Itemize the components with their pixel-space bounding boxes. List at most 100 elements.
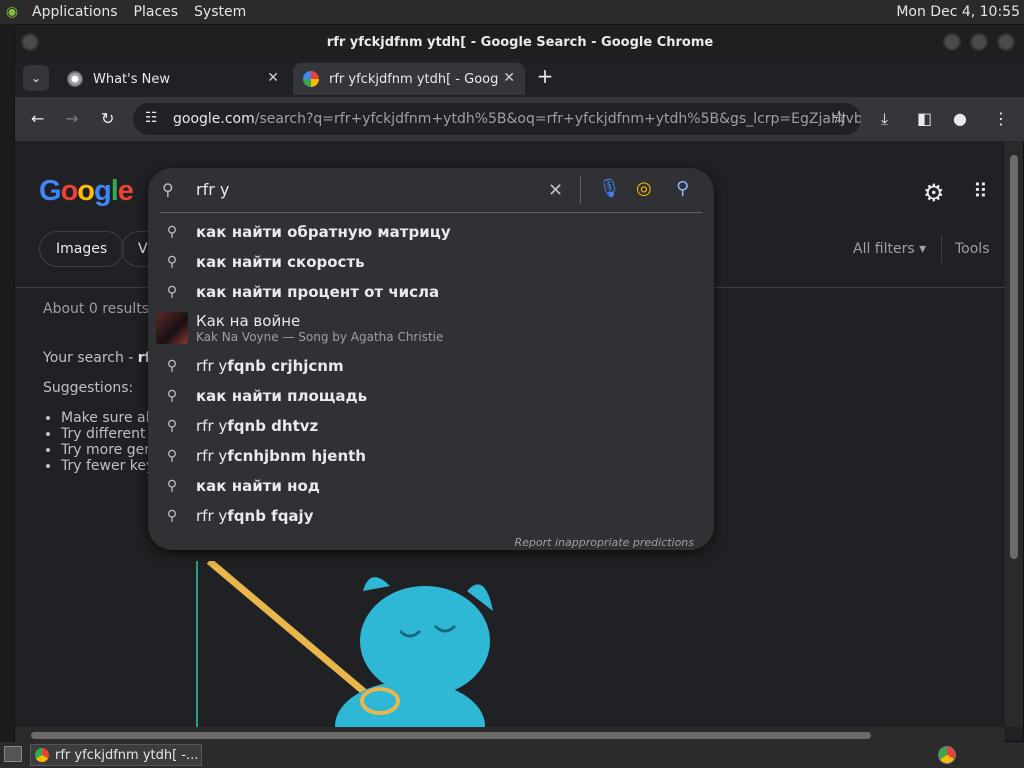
side-panel-icon[interactable]: ◧ [917,109,932,128]
menu-places[interactable]: Places [126,4,187,20]
tab-search-button[interactable]: ⌄ [23,65,49,91]
download-icon[interactable]: ⤓ [881,109,888,129]
chip-images[interactable]: Images [39,231,125,267]
suggestion-item[interactable]: ⚲ rfr y fqnb fqajy [148,501,714,531]
system-top-panel: ◉ Applications Places System Mon Dec 4, … [0,0,1024,24]
new-tab-button[interactable]: + [533,65,557,89]
suggestion-item[interactable]: ⚲ как найти процент от числа [148,277,714,307]
system-logo-icon[interactable]: ◉ [0,4,24,20]
tab-label: What's New [93,71,170,87]
maximize-button[interactable] [970,33,988,51]
suggestion-subtitle: Kak Na Voyne — Song by Agatha Christie [196,330,444,344]
clock[interactable]: Mon Dec 4, 10:55 [896,4,1020,20]
reload-icon[interactable]: ↻ [101,109,114,128]
search-icon: ⚲ [162,180,174,199]
settings-gear-icon[interactable]: ⚙ [923,179,945,207]
suggestion-completion: как найти площадь [196,387,368,405]
scroll-thumb[interactable] [31,732,871,739]
suggestion-item[interactable]: ⚲ rfr y fcnhjbnm hjenth [148,441,714,471]
window-title: rfr yfckjdfnm ytdh[ - Google Search - Go… [326,34,714,50]
window-titlebar[interactable]: rfr yfckjdfnm ytdh[ - Google Search - Go… [15,25,1024,59]
search-suggestions-dropdown: ⚲ rfr y ✕ 🎙 ◎ ⚲ ⚲ как найти обратную матр… [148,168,714,550]
suggestion-completion: как найти нод [196,477,320,495]
suggestion-completion: fqnb dhtvz [227,417,319,435]
chrome-tray-icon[interactable] [938,746,956,764]
google-logo[interactable]: Google [39,175,134,208]
url-host: google.com [173,111,255,127]
suggestion-completion: как найти скорость [196,253,365,271]
minimize-button[interactable] [943,33,961,51]
all-filters-button[interactable]: All filters ▾ [853,241,926,257]
suggestion-item[interactable]: ⚲ как найти площадь [148,381,714,411]
search-icon: ⚲ [166,388,178,404]
all-filters-label: All filters [853,241,915,257]
search-icon: ⚲ [166,358,178,374]
divider [580,176,581,204]
address-bar[interactable]: ☷ google.com/search?q=rfr+yfckjdfnm+ytdh… [133,103,861,135]
taskbar-window-item[interactable]: rfr yfckjdfnm ytdh[ -... [30,744,202,766]
suggestion-prefix: rfr y [196,507,228,525]
back-arrow-icon[interactable]: ← [31,109,44,128]
your-search-text: Your search - rfr [43,350,158,366]
divider [160,212,702,213]
results-count: About 0 results ( [43,301,160,317]
search-icon: ⚲ [166,418,178,434]
site-info-icon[interactable]: ☷ [145,110,158,126]
search-icon: ⚲ [166,284,178,300]
tools-button[interactable]: Tools [955,241,990,257]
search-icon: ⚲ [166,508,178,524]
suggestion-completion: как найти обратную матрицу [196,223,451,241]
apps-grid-icon[interactable]: ⠿ [973,179,988,203]
your-search-label: Your search - [43,350,138,366]
bottom-taskbar: rfr yfckjdfnm ytdh[ -... [0,742,1024,768]
clear-search-icon[interactable]: ✕ [548,180,563,201]
suggestion-completion: fcnhjbnm hjenth [227,447,366,465]
suggestion-item[interactable]: ⚲ rfr y fqnb dhtvz [148,411,714,441]
profile-icon[interactable]: ● [953,109,967,128]
window-menu-button[interactable] [21,33,39,51]
forward-arrow-icon[interactable]: → [65,109,78,128]
no-results-illustration [196,561,493,727]
chrome-icon [67,71,83,87]
tab-label: rfr yfckjdfnm ytdh[ - Google S [329,71,499,87]
tab-google-search[interactable]: rfr yfckjdfnm ytdh[ - Google S ✕ [293,63,525,95]
suggestion-item[interactable]: ⚲ rfr y fqnb crjhjcnm [148,351,714,381]
menu-applications[interactable]: Applications [24,4,126,20]
suggestion-item[interactable]: ⚲ как найти нод [148,471,714,501]
menu-system[interactable]: System [186,4,254,20]
dropdown-arrow-icon: ▾ [919,241,927,257]
microphone-icon[interactable]: 🎙 [598,178,621,199]
search-input[interactable]: rfr y [196,180,229,199]
close-window-button[interactable] [997,33,1015,51]
tab-whats-new[interactable]: What's New ✕ [57,63,289,95]
report-predictions-link[interactable]: Report inappropriate predictions [515,536,694,549]
suggestions-heading: Suggestions: [43,380,134,396]
show-desktop-icon[interactable] [4,746,22,762]
song-thumbnail [156,312,188,344]
chip-label: Images [56,241,108,257]
close-tab-icon[interactable]: ✕ [503,70,515,86]
close-tab-icon[interactable]: ✕ [267,70,279,86]
bookmark-star-icon[interactable]: ☆ [831,107,847,128]
url-path: /search?q=rfr+yfckjdfnm+ytdh%5B&oq=rfr+y… [254,111,861,127]
google-lens-icon[interactable]: ◎ [636,178,652,199]
suggestion-completion: fqnb crjhjcnm [227,357,344,375]
suggestion-completion: как найти процент от числа [196,283,440,301]
horizontal-scrollbar[interactable] [15,727,1005,743]
suggestion-prefix: rfr y [196,447,228,465]
search-submit-icon[interactable]: ⚲ [676,178,689,199]
suggestion-item-rich[interactable]: Как на войне Kak Na Voyne — Song by Agat… [148,311,714,345]
chrome-icon [35,748,49,762]
vertical-scrollbar[interactable] [1005,141,1023,727]
search-icon: ⚲ [166,224,178,240]
suggestion-item[interactable]: ⚲ как найти скорость [148,247,714,277]
suggestion-title: Как на войне [196,312,301,330]
menu-kebab-icon[interactable]: ⋮ [993,109,1009,128]
scroll-thumb[interactable] [1010,155,1018,559]
plus-icon: + [536,64,554,88]
suggestion-item[interactable]: ⚲ как найти обратную матрицу [148,217,714,247]
google-favicon-icon [303,71,319,87]
tab-strip: ⌄ What's New ✕ rfr yfckjdfnm ytdh[ - Goo… [15,59,1024,97]
suggestion-prefix: rfr y [196,357,228,375]
search-icon: ⚲ [166,478,178,494]
